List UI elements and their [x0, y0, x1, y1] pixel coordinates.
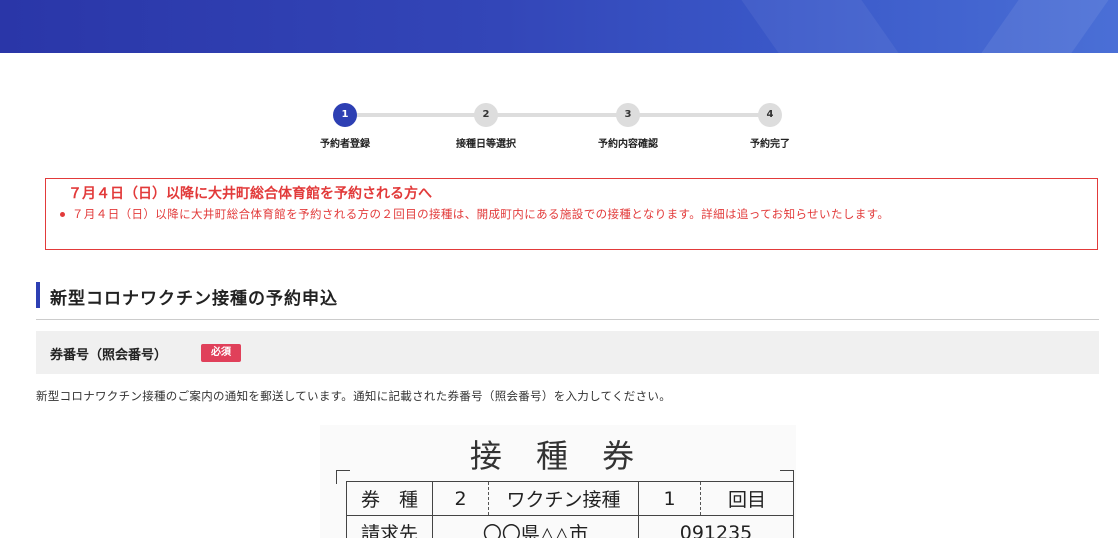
- notice-item: ７月４日（日）以降に大井町総合体育館を予約される方の２回目の接種は、開成町内にあ…: [60, 204, 1087, 224]
- required-badge: 必須: [201, 344, 241, 362]
- ticket-table: 券 種 2 ワクチン接種 1 回目 請求先 〇〇県△△市 091235: [346, 481, 794, 538]
- step-number: 3: [616, 103, 640, 127]
- section-title: 新型コロナワクチン接種の予約申込: [50, 289, 338, 309]
- ticket-cell: 091235: [638, 515, 794, 538]
- field-header: 券番号（照会番号） 必須: [36, 331, 1099, 374]
- step-number: 2: [474, 103, 498, 127]
- ticket-title: 接 種 券: [469, 437, 647, 475]
- banner-decoration: [981, 0, 1109, 53]
- section-header: 新型コロナワクチン接種の予約申込: [36, 282, 1099, 320]
- ticket-cell: 1: [638, 481, 701, 516]
- step-number: 4: [758, 103, 782, 127]
- step-3: 3 予約内容確認: [578, 103, 678, 150]
- step-label: 予約内容確認: [598, 139, 658, 150]
- ticket-cell: 券 種: [346, 481, 433, 516]
- step-2: 2 接種日等選択: [436, 103, 536, 150]
- ticket-sample-image: 接 種 券 券 種 2 ワクチン接種 1 回目 請求先 〇〇県△△市 09123…: [320, 425, 796, 538]
- ticket-cell: 2: [432, 481, 489, 516]
- step-label: 接種日等選択: [456, 139, 516, 150]
- field-label: 券番号（照会番号）: [50, 348, 168, 363]
- section-accent-bar: [36, 282, 40, 308]
- header-banner: [0, 0, 1118, 53]
- ticket-cell: ワクチン接種: [488, 481, 639, 516]
- step-label: 予約者登録: [320, 139, 370, 150]
- notice-title: ７月４日（日）以降に大井町総合体育館を予約される方へ: [68, 186, 432, 202]
- ticket-cell: 回目: [700, 481, 794, 516]
- step-label: 予約完了: [750, 139, 790, 150]
- banner-decoration: [741, 0, 899, 53]
- field-help-text: 新型コロナワクチン接種のご案内の通知を郵送しています。通知に記載された券番号（照…: [36, 389, 672, 403]
- ticket-row: 請求先 〇〇県△△市 091235: [346, 515, 794, 538]
- ticket-row: 券 種 2 ワクチン接種 1 回目: [346, 481, 794, 516]
- ticket-cell: 請求先: [346, 515, 433, 538]
- step-number: 1: [333, 103, 357, 127]
- ticket-cell: 〇〇県△△市: [432, 515, 639, 538]
- notice-box: ７月４日（日）以降に大井町総合体育館を予約される方へ ７月４日（日）以降に大井町…: [45, 178, 1098, 250]
- step-1: 1 予約者登録: [295, 103, 395, 150]
- progress-stepper: 1 予約者登録 2 接種日等選択 3 予約内容確認 4 予約完了: [0, 103, 1118, 153]
- step-4: 4 予約完了: [720, 103, 820, 150]
